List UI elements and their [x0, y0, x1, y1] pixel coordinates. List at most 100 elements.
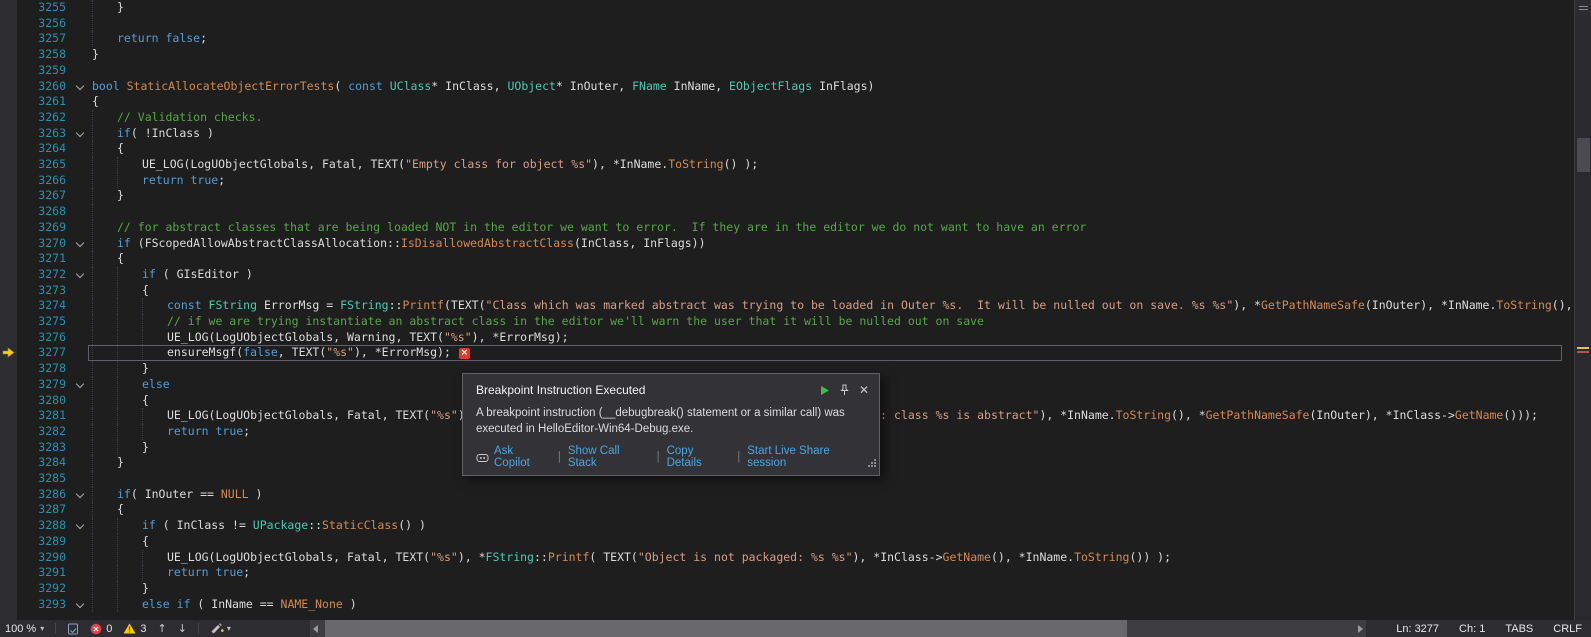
scrollbar-annotation-mark — [1577, 351, 1589, 353]
code-line-3291[interactable]: 3291return true; — [0, 565, 1574, 581]
code-line-3268[interactable]: 3268 — [0, 204, 1574, 220]
split-editor-handle[interactable] — [1575, 0, 1591, 16]
line-number: 3267 — [18, 188, 66, 204]
horizontal-scrollbar[interactable] — [310, 620, 1366, 637]
code-line-3262[interactable]: 3262// Validation checks. — [0, 110, 1574, 126]
code-line-3259[interactable]: 3259 — [0, 63, 1574, 79]
code-cleanup-button[interactable]: ▾ — [210, 622, 231, 635]
line-number: 3265 — [18, 157, 66, 173]
line-number: 3289 — [18, 534, 66, 550]
continue-icon[interactable] — [819, 385, 830, 396]
copy-details-link[interactable]: Copy Details — [667, 445, 731, 469]
indent-guide — [92, 16, 93, 32]
code-line-3275[interactable]: 3275// if we are trying instantiate an a… — [0, 314, 1574, 330]
code-line-3273[interactable]: 3273{ — [0, 283, 1574, 299]
code-line-3286[interactable]: 3286if( InOuter == NULL ) — [0, 487, 1574, 503]
code-line-3263[interactable]: 3263if( !InClass ) — [0, 126, 1574, 142]
code-line-3292[interactable]: 3292} — [0, 581, 1574, 597]
code-line-3289[interactable]: 3289{ — [0, 534, 1574, 550]
line-number: 3261 — [18, 94, 66, 110]
code-line-3256[interactable]: 3256 — [0, 16, 1574, 32]
warning-icon — [123, 623, 136, 634]
code-line-3269[interactable]: 3269// for abstract classes that are bei… — [0, 220, 1574, 236]
line-number: 3255 — [18, 0, 66, 16]
line-number: 3291 — [18, 565, 66, 581]
code-line-3257[interactable]: 3257return false; — [0, 31, 1574, 47]
code-line-3287[interactable]: 3287{ — [0, 502, 1574, 518]
code-line-3264[interactable]: 3264{ — [0, 141, 1574, 157]
breakpoint-hit-icon[interactable]: × — [459, 348, 470, 359]
line-number: 3281 — [18, 408, 66, 424]
fold-chevron-icon[interactable] — [76, 599, 84, 607]
line-number: 3273 — [18, 283, 66, 299]
close-icon[interactable]: ✕ — [859, 384, 869, 396]
chevron-down-icon: ▾ — [227, 624, 231, 633]
scroll-right-arrow[interactable] — [1358, 625, 1363, 633]
line-number: 3271 — [18, 251, 66, 267]
vertical-scrollbar-thumb[interactable] — [1577, 138, 1590, 172]
error-badge[interactable]: 0 — [90, 623, 112, 635]
code-line-3271[interactable]: 3271{ — [0, 251, 1574, 267]
line-number: 3259 — [18, 63, 66, 79]
vertical-scrollbar[interactable] — [1574, 0, 1591, 620]
next-issue-button[interactable]: ↓ — [178, 622, 187, 635]
code-line-3270[interactable]: 3270if (FScopedAllowAbstractClassAllocat… — [0, 236, 1574, 252]
prev-issue-button[interactable]: ↑ — [157, 622, 166, 635]
fold-chevron-icon[interactable] — [76, 270, 84, 278]
code-lines: 3255}32563257return false;3258}32593260b… — [0, 0, 1574, 620]
line-number: 3269 — [18, 220, 66, 236]
scroll-left-arrow[interactable] — [313, 625, 318, 633]
code-line-3265[interactable]: 3265UE_LOG(LogUObjectGlobals, Fatal, TEX… — [0, 157, 1574, 173]
link-separator: | — [737, 451, 740, 463]
resize-grip-icon[interactable] — [867, 455, 877, 473]
line-number: 3283 — [18, 440, 66, 456]
copilot-icon — [476, 452, 489, 463]
fold-chevron-icon[interactable] — [76, 380, 84, 388]
code-line-3267[interactable]: 3267} — [0, 188, 1574, 204]
line-number: 3280 — [18, 393, 66, 409]
code-line-3277[interactable]: 3277ensureMsgf(false, TEXT("%s"), *Error… — [0, 345, 1574, 361]
error-count: 0 — [106, 623, 112, 635]
code-line-3274[interactable]: 3274const FString ErrorMsg = FString::Pr… — [0, 298, 1574, 314]
line-number: 3274 — [18, 298, 66, 314]
fold-chevron-icon[interactable] — [76, 521, 84, 529]
zoom-control[interactable]: 100 % ▾ — [5, 623, 44, 635]
code-line-3258[interactable]: 3258} — [0, 47, 1574, 63]
line-ending-indicator[interactable]: CRLF — [1553, 623, 1582, 635]
code-cleanup-icon — [210, 622, 224, 635]
line-indicator[interactable]: Ln: 3277 — [1396, 623, 1439, 635]
fold-chevron-icon[interactable] — [76, 128, 84, 136]
zoom-value: 100 % — [5, 623, 36, 635]
scrollbar-annotation-mark — [1577, 347, 1589, 349]
code-line-3276[interactable]: 3276UE_LOG(LogUObjectGlobals, Warning, T… — [0, 330, 1574, 346]
code-line-3293[interactable]: 3293else if ( InName == NAME_None ) — [0, 597, 1574, 613]
line-number: 3266 — [18, 173, 66, 189]
link-separator: | — [657, 451, 660, 463]
document-health-icon[interactable] — [67, 623, 79, 635]
code-line-3260[interactable]: 3260bool StaticAllocateObjectErrorTests(… — [0, 79, 1574, 95]
code-line-3255[interactable]: 3255} — [0, 0, 1574, 16]
code-line-3266[interactable]: 3266return true; — [0, 173, 1574, 189]
line-number: 3292 — [18, 581, 66, 597]
show-call-stack-link[interactable]: Show Call Stack — [568, 445, 650, 469]
code-line-3272[interactable]: 3272if ( GIsEditor ) — [0, 267, 1574, 283]
fold-chevron-icon[interactable] — [76, 238, 84, 246]
start-live-share-link[interactable]: Start Live Share session — [747, 445, 869, 469]
status-bar-left: 100 % ▾ 0 3 ↑ ↓ ▾ — [5, 620, 231, 637]
horizontal-scrollbar-thumb[interactable] — [325, 620, 1127, 637]
fold-chevron-icon[interactable] — [76, 81, 84, 89]
link-separator: | — [558, 451, 561, 463]
warning-badge[interactable]: 3 — [123, 623, 146, 635]
line-number: 3293 — [18, 597, 66, 613]
popup-links: Ask Copilot | Show Call Stack | Copy Det… — [476, 445, 869, 469]
code-line-3288[interactable]: 3288if ( InClass != UPackage::StaticClas… — [0, 518, 1574, 534]
chevron-down-icon: ▾ — [40, 624, 44, 633]
fold-chevron-icon[interactable] — [76, 489, 84, 497]
column-indicator[interactable]: Ch: 1 — [1459, 623, 1485, 635]
code-line-3261[interactable]: 3261{ — [0, 94, 1574, 110]
code-line-3290[interactable]: 3290UE_LOG(LogUObjectGlobals, Fatal, TEX… — [0, 550, 1574, 566]
ask-copilot-link[interactable]: Ask Copilot — [494, 445, 551, 469]
indent-guide — [92, 204, 93, 220]
pin-icon[interactable] — [839, 384, 850, 396]
indent-mode-indicator[interactable]: TABS — [1505, 623, 1533, 635]
